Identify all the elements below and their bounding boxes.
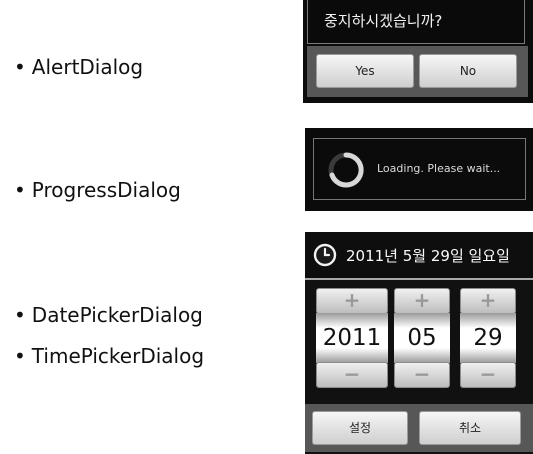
alert-message: 중지하시겠습니까? — [324, 12, 443, 30]
month-decrement-button[interactable]: − — [394, 362, 450, 388]
alert-dialog: 중지하시겠습니까? Yes No — [303, 0, 533, 103]
spinner-icon — [328, 152, 364, 188]
label-text: AlertDialog — [31, 55, 144, 79]
label-progressdialog: • ProgressDialog — [14, 178, 181, 202]
date-picker-dialog: 2011년 5월 29일 일요일 + 2011 − + 05 − + 29 − … — [305, 232, 533, 454]
day-spinner: + 29 − — [460, 288, 516, 388]
month-spinner: + 05 − — [394, 288, 450, 388]
date-picker-title: 2011년 5월 29일 일요일 — [346, 247, 510, 265]
date-picker-header: 2011년 5월 29일 일요일 — [305, 232, 533, 278]
label-text: DatePickerDialog — [31, 303, 203, 327]
year-increment-button[interactable]: + — [316, 288, 388, 314]
alert-message-area: 중지하시겠습니까? — [307, 0, 525, 44]
month-increment-button[interactable]: + — [394, 288, 450, 314]
progress-dialog: Loading. Please wait... — [305, 128, 533, 211]
day-increment-button[interactable]: + — [460, 288, 516, 314]
yes-button[interactable]: Yes — [316, 54, 414, 88]
label-text: ProgressDialog — [31, 178, 181, 202]
clock-icon — [313, 243, 337, 267]
day-value[interactable]: 29 — [460, 313, 516, 363]
progress-message: Loading. Please wait... — [377, 162, 501, 175]
label-timepickerdialog: • TimePickerDialog — [14, 344, 204, 368]
set-button[interactable]: 설정 — [312, 411, 408, 445]
alert-button-bar: Yes No — [307, 46, 528, 97]
bullet: • — [14, 55, 26, 79]
progress-frame: Loading. Please wait... — [313, 138, 526, 200]
year-spinner: + 2011 − — [316, 288, 388, 388]
year-value[interactable]: 2011 — [316, 313, 388, 363]
label-alertdialog: • AlertDialog — [14, 55, 143, 79]
label-text: TimePickerDialog — [31, 344, 205, 368]
cancel-button[interactable]: 취소 — [419, 411, 521, 445]
date-picker-button-bar: 설정 취소 — [305, 404, 533, 452]
bullet: • — [14, 303, 26, 327]
label-datepickerdialog: • DatePickerDialog — [14, 303, 203, 327]
day-decrement-button[interactable]: − — [460, 362, 516, 388]
bullet: • — [14, 178, 26, 202]
header-divider — [305, 278, 533, 280]
month-value[interactable]: 05 — [394, 313, 450, 363]
no-button[interactable]: No — [419, 54, 517, 88]
bullet: • — [14, 344, 26, 368]
year-decrement-button[interactable]: − — [316, 362, 388, 388]
